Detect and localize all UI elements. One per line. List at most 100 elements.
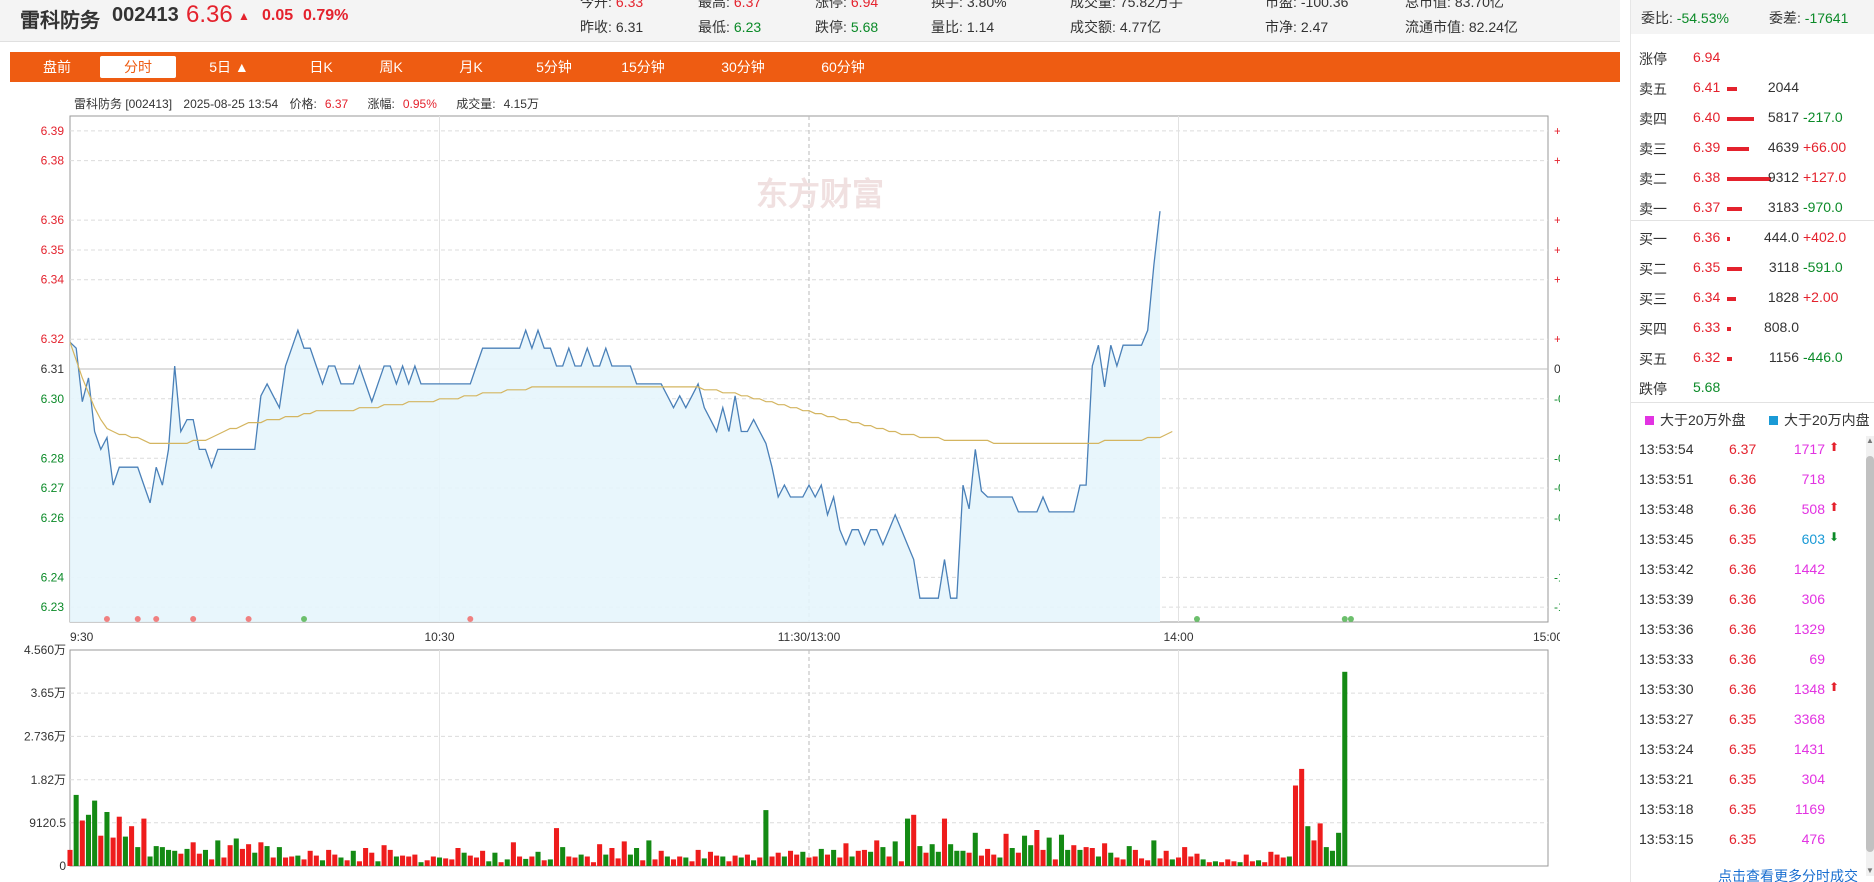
- volume-bar: [905, 818, 911, 866]
- tab-period[interactable]: 30分钟: [710, 56, 776, 78]
- trade-volume: 1717: [1793, 441, 1825, 457]
- tab-period[interactable]: 月K: [450, 56, 492, 78]
- volume-bar: [412, 854, 418, 866]
- volume-bar: [707, 851, 713, 866]
- trade-row: 13:53:15 6.35 476: [1631, 824, 1855, 854]
- trade-volume: 1169: [1794, 801, 1825, 817]
- pct-tick-label: +1.27%: [1554, 124, 1560, 138]
- volume-bar: [1034, 830, 1040, 866]
- volume-bar: [1256, 860, 1262, 866]
- volume-bar: [1095, 856, 1101, 866]
- volume-bar: [769, 856, 775, 866]
- tab-period[interactable]: 盘前: [32, 56, 82, 78]
- event-marker: [190, 616, 197, 622]
- scroll-down-arrow-icon[interactable]: ▼: [1866, 866, 1874, 878]
- volume-bar: [270, 857, 276, 866]
- volume-bar: [455, 848, 461, 866]
- trade-volume: 603: [1801, 531, 1825, 547]
- event-marker: [1347, 616, 1354, 622]
- volume-bar: [923, 852, 929, 866]
- volume-bar: [258, 842, 264, 866]
- trade-price: 6.36: [1729, 471, 1757, 487]
- pct-tick-label: +0.79%: [1554, 213, 1560, 227]
- volume-bar: [221, 857, 227, 866]
- trade-time: 13:53:36: [1639, 621, 1694, 637]
- price-tick-label: 6.34: [41, 273, 65, 287]
- info-volume: 成交量: 4.15万: [456, 97, 539, 111]
- level-price: 6.40: [1693, 109, 1721, 125]
- volume-bar: [443, 858, 449, 866]
- volume-bar-icon: [1727, 147, 1749, 151]
- volume-bar: [498, 862, 504, 866]
- volume-bar: [79, 820, 85, 866]
- volume-bar: [492, 852, 498, 866]
- volume-bar: [301, 859, 307, 866]
- volume-bar: [646, 840, 652, 866]
- stock-code: 002413: [112, 4, 179, 26]
- volume-bar: [190, 842, 196, 866]
- tab-period[interactable]: 周K: [370, 56, 412, 78]
- tab-period[interactable]: 分时: [100, 56, 176, 78]
- volume-bar: [560, 847, 566, 866]
- volume-bar: [831, 849, 837, 866]
- volume-bar: [264, 846, 270, 866]
- info-price: 价格: 6.37: [289, 97, 349, 111]
- tab-period[interactable]: 15分钟: [610, 56, 676, 78]
- order-diff: 委差: -17641: [1769, 10, 1849, 26]
- volume-bar: [714, 855, 720, 866]
- scroll-up-arrow-icon[interactable]: ▲: [1866, 436, 1874, 448]
- quote-field: 涨停: 6.94: [815, 0, 879, 10]
- volume-bar: [1046, 837, 1052, 866]
- level-volume: 3118: [1768, 259, 1799, 275]
- more-trades-link[interactable]: 点击查看更多分时成交: [1718, 866, 1858, 882]
- volume-bar: [92, 800, 98, 866]
- volume-bar: [609, 848, 615, 866]
- volume-bar: [1065, 849, 1071, 866]
- level-volume: 9312: [1767, 169, 1799, 185]
- volume-bar: [603, 854, 609, 866]
- volume-bar: [369, 852, 375, 866]
- trade-time: 13:53:27: [1639, 711, 1694, 727]
- volume-bar: [615, 858, 621, 866]
- quote-field: 流通市值: 82.24亿: [1405, 19, 1518, 35]
- volume-bar: [812, 856, 818, 866]
- tab-period[interactable]: 5日 ▲: [200, 56, 258, 78]
- volume-bar: [147, 856, 153, 866]
- volume-bar: [553, 828, 560, 866]
- volume-bar: [326, 849, 332, 866]
- volume-bar: [1299, 768, 1305, 866]
- volume-bar: [1206, 862, 1212, 866]
- trade-price: 6.36: [1729, 681, 1757, 697]
- trade-list-scroll-thumb[interactable]: [1866, 456, 1874, 852]
- tab-period[interactable]: 60分钟: [810, 56, 876, 78]
- volume-bar: [621, 841, 627, 866]
- level-delta: +66.00: [1803, 139, 1847, 155]
- volume-bar: [972, 832, 978, 866]
- level-delta: -217.0: [1803, 109, 1843, 125]
- tab-period[interactable]: 日K: [300, 56, 342, 78]
- level-label: 卖五: [1639, 81, 1667, 97]
- intraday-chart[interactable]: 6.39 +1.27% 6.38 +1.11% 6.36 +0.79% 6.35 +0.63%…: [0, 110, 1560, 880]
- volume-bar: [1249, 861, 1255, 866]
- trade-volume: 508: [1801, 501, 1825, 517]
- volume-bar: [954, 850, 960, 866]
- level-label: 买三: [1639, 291, 1667, 307]
- trade-row: 13:53:27 6.35 3368: [1631, 704, 1855, 734]
- tab-period[interactable]: 5分钟: [525, 56, 583, 78]
- info-pct: 涨幅: 0.95%: [367, 97, 437, 111]
- trade-time: 13:53:30: [1639, 681, 1694, 697]
- volume-bar: [209, 859, 215, 866]
- trade-row: 13:53:33 6.36 69: [1631, 644, 1855, 674]
- volume-bar: [430, 856, 436, 866]
- volume-bar: [892, 841, 898, 866]
- level-delta: -446.0: [1803, 349, 1843, 365]
- volume-bar: [1151, 840, 1157, 866]
- volume-bar: [467, 855, 473, 866]
- volume-bar: [960, 850, 966, 866]
- price-tick-label: 6.24: [41, 570, 65, 584]
- trade-row: 13:53:18 6.35 1169: [1631, 794, 1855, 824]
- order-level-row: 买二 6.35 3118 -591.0: [1631, 252, 1874, 282]
- pct-tick-label: +0.16%: [1554, 332, 1560, 346]
- level-delta: +402.0: [1803, 229, 1847, 245]
- volume-bar: [849, 856, 855, 866]
